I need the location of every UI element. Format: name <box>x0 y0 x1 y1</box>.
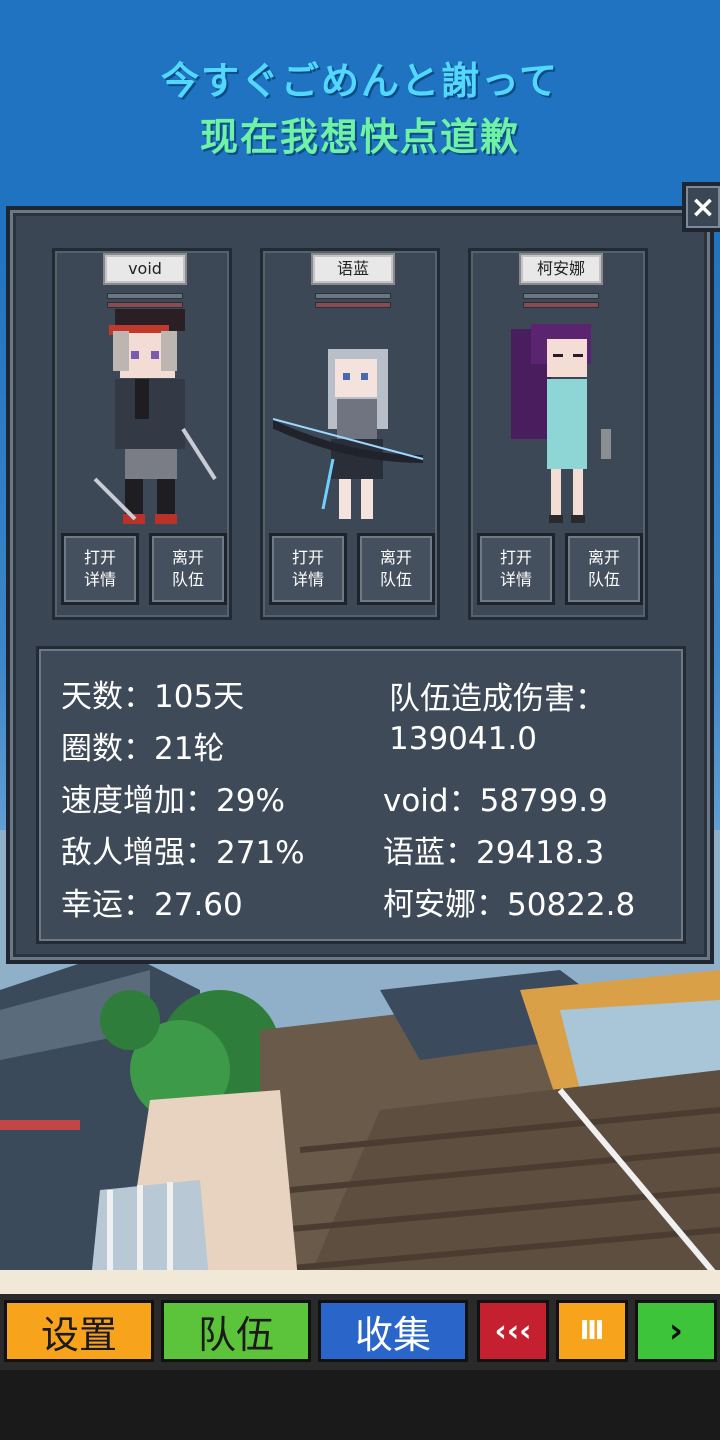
stat-enemy-boost: 敌人增强：271% <box>61 835 305 871</box>
button-label-line: 打开 <box>83 548 116 567</box>
member-card-void: void 打开 详情 离开 队伍 <box>52 248 232 620</box>
leave-team-button[interactable]: 离开 队伍 <box>149 533 227 605</box>
damage-void: void：58799.9 <box>383 783 608 819</box>
button-label-line: 离开 <box>587 548 620 567</box>
banner-chinese-text: 现在我想快点道歉 <box>199 115 520 159</box>
settings-button[interactable]: 设置 <box>4 1300 154 1362</box>
damage-keanna: 柯安娜：50822.8 <box>383 887 636 923</box>
open-details-button[interactable]: 打开 详情 <box>269 533 347 605</box>
leave-team-button[interactable]: 离开 队伍 <box>357 533 435 605</box>
button-label-line: 详情 <box>83 570 116 589</box>
void-character-sprite <box>93 309 217 524</box>
member-hp-bar <box>315 293 391 299</box>
stat-speed: 速度增加：29% <box>61 783 285 819</box>
member-mp-bar <box>107 302 183 308</box>
open-details-button[interactable]: 打开 详情 <box>61 533 139 605</box>
team-stats-box: 天数：105天 圈数：21轮 速度增加：29% 敌人增强：271% 幸运：27.… <box>36 646 686 944</box>
damage-yulan: 语蓝：29418.3 <box>383 835 605 871</box>
member-hp-bar <box>523 293 599 299</box>
rewind-button[interactable]: ‹‹‹ <box>477 1300 549 1362</box>
top-banner: 今すぐごめんと謝って 现在我想快点道歉 <box>0 0 720 230</box>
leave-team-button[interactable]: 离开 队伍 <box>565 533 643 605</box>
button-label-line: 打开 <box>499 548 532 567</box>
collection-button[interactable]: 收集 <box>318 1300 468 1362</box>
banner-japanese-text: 今すぐごめんと謝って <box>160 59 560 103</box>
button-label-line: 队伍 <box>587 570 620 589</box>
footer-area <box>0 1370 720 1440</box>
close-button[interactable]: × <box>682 182 720 232</box>
stat-days: 天数：105天 <box>61 679 245 715</box>
forward-button[interactable]: › <box>635 1300 717 1362</box>
bottom-action-bar: 设置 队伍 收集 ‹‹‹ Ⅲ › <box>0 1294 720 1370</box>
button-label-line: 队伍 <box>379 570 412 589</box>
member-mp-bar <box>315 302 391 308</box>
team-button[interactable]: 队伍 <box>161 1300 311 1362</box>
keanna-character-sprite <box>511 324 611 523</box>
button-label-line: 详情 <box>499 570 532 589</box>
member-hp-bar <box>107 293 183 299</box>
pause-button[interactable]: Ⅲ <box>556 1300 628 1362</box>
button-label-line: 队伍 <box>171 570 204 589</box>
member-name-tag: void <box>103 253 187 285</box>
damage-title: 队伍造成伤害： <box>389 681 606 717</box>
member-mp-bar <box>523 302 599 308</box>
stat-luck: 幸运：27.60 <box>61 887 243 923</box>
member-card-keanna: 柯安娜 打开 详情 离开 队伍 <box>468 248 648 620</box>
button-label-line: 离开 <box>379 548 412 567</box>
member-name-tag: 语蓝 <box>311 253 395 285</box>
button-label-line: 离开 <box>171 548 204 567</box>
member-name-tag: 柯安娜 <box>519 253 603 285</box>
damage-total: 139041.0 <box>389 721 537 757</box>
open-details-button[interactable]: 打开 详情 <box>477 533 555 605</box>
button-label-line: 详情 <box>291 570 324 589</box>
button-label-line: 打开 <box>291 548 324 567</box>
stat-laps: 圈数：21轮 <box>61 731 225 767</box>
member-card-yulan: 语蓝 打开 详情 离开 队伍 <box>260 248 440 620</box>
yulan-character-sprite <box>273 349 424 519</box>
